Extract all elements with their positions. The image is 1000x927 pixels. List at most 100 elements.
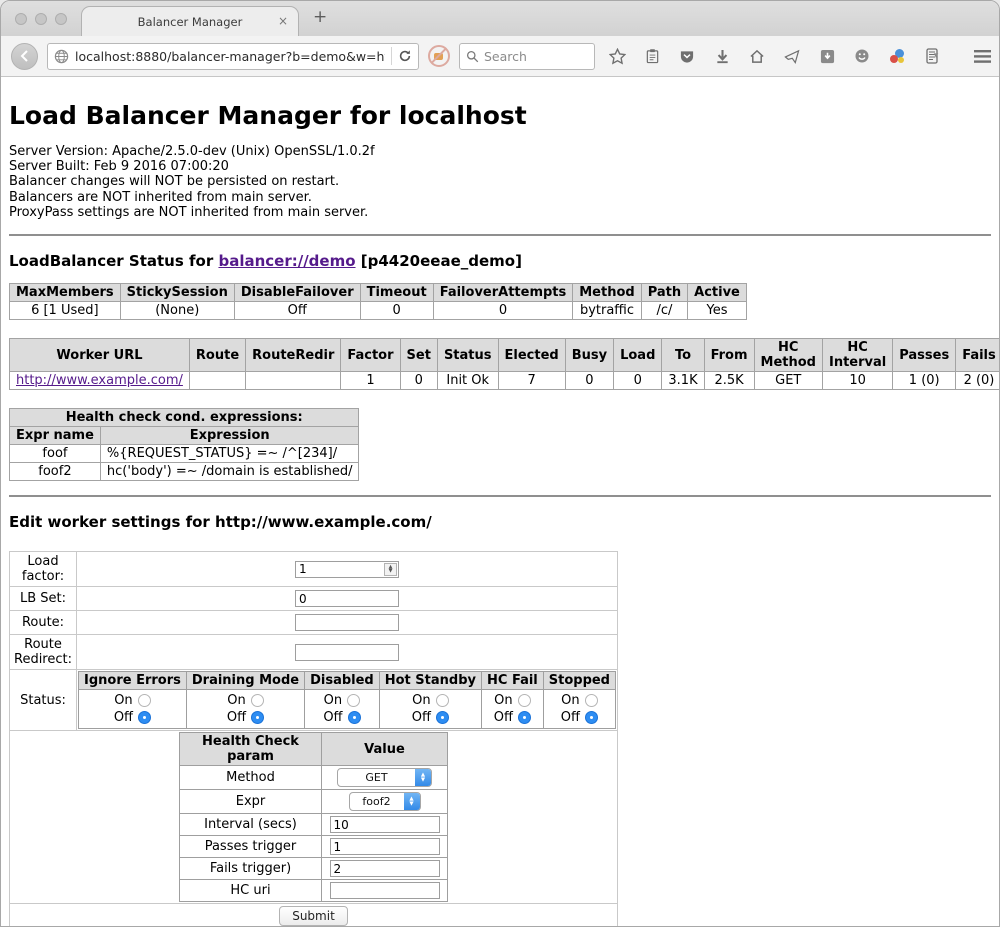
method-select[interactable]: GET ▲▼ — [337, 768, 432, 787]
ignore-errors-off-radio[interactable] — [138, 711, 151, 724]
hc-passes-row: Passes trigger — [180, 836, 448, 858]
tab-close-icon[interactable]: × — [278, 14, 288, 28]
hc-method-row: Method GET ▲▼ — [180, 766, 448, 790]
hc-fail-off-radio[interactable] — [518, 711, 531, 724]
fails-input[interactable] — [330, 860, 440, 877]
server-built: Server Built: Feb 9 2016 07:00:20 — [9, 159, 991, 174]
tab-bar: Balancer Manager × + — [1, 1, 999, 36]
status-radio-row: On Off On Off On Off — [79, 690, 616, 729]
expr-select[interactable]: foof2 ▲▼ — [349, 792, 421, 811]
tab-balancer-manager[interactable]: Balancer Manager × — [81, 6, 299, 36]
persist-note: Balancer changes will NOT be persisted o… — [9, 174, 991, 189]
smiley-icon[interactable] — [849, 43, 875, 70]
search-icon — [466, 50, 479, 63]
form-row-load-factor: Load factor: ▲▼ — [10, 552, 618, 587]
hc-fails-row: Fails trigger) — [180, 858, 448, 880]
route-redirect-input[interactable] — [295, 644, 399, 661]
pocket-icon[interactable] — [674, 43, 700, 70]
lb-set-label: LB Set: — [10, 587, 77, 611]
status-table: Ignore Errors Draining Mode Disabled Hot… — [78, 671, 616, 729]
ignore-errors-on-radio[interactable] — [138, 694, 151, 707]
table-row: http://www.example.com/ 10 Init Ok7 00 3… — [10, 372, 1000, 390]
table-header-row: Ignore Errors Draining Mode Disabled Hot… — [79, 672, 616, 690]
passes-input[interactable] — [330, 838, 440, 855]
search-input[interactable]: Search — [484, 49, 527, 64]
new-tab-button[interactable]: + — [313, 7, 327, 27]
globe-icon — [54, 49, 69, 64]
form-row-submit: Submit — [10, 904, 618, 927]
interval-label: Interval (secs) — [180, 814, 322, 836]
hc-fail-on-radio[interactable] — [518, 694, 531, 707]
draining-mode-on-radio[interactable] — [251, 694, 264, 707]
hc-expr-row: Expr foof2 ▲▼ — [180, 790, 448, 814]
edit-worker-form: Load factor: ▲▼ LB Set: Route: Route Red… — [9, 551, 618, 927]
search-bar[interactable]: Search — [459, 43, 595, 70]
proxypass-note: ProxyPass settings are NOT inherited fro… — [9, 205, 991, 220]
draining-mode-off-radio[interactable] — [251, 711, 264, 724]
table-header-row: Expr name Expression — [10, 427, 359, 445]
back-arrow-icon — [19, 50, 31, 62]
stopped-on-radio[interactable] — [585, 694, 598, 707]
bookmark-star-icon[interactable] — [604, 43, 630, 70]
hc-expressions-table: Health check cond. expressions: Expr nam… — [9, 408, 359, 481]
route-input[interactable] — [295, 614, 399, 631]
health-check-param-table: Health Check param Value Method GET ▲▼ — [179, 732, 448, 902]
stopped-off-radio[interactable] — [585, 711, 598, 724]
server-info: Server Version: Apache/2.5.0-dev (Unix) … — [9, 144, 991, 220]
expr-label: Expr — [180, 790, 322, 814]
window-minimize-button[interactable] — [35, 13, 47, 25]
form-row-health-params: Health Check param Value Method GET ▲▼ — [10, 731, 618, 904]
page-title: Load Balancer Manager for localhost — [9, 101, 991, 130]
select-chevrons-icon: ▲▼ — [404, 793, 420, 810]
number-stepper[interactable]: ▲▼ — [384, 563, 397, 576]
clipboard-icon[interactable] — [639, 43, 665, 70]
form-row-route: Route: — [10, 611, 618, 635]
chevron-down-icon[interactable]: ▾ — [934, 51, 939, 61]
extension-dots-icon[interactable] — [884, 43, 910, 70]
disabled-on-radio[interactable] — [347, 694, 360, 707]
load-factor-label: Load factor: — [10, 552, 77, 587]
menu-hamburger-icon[interactable] — [969, 43, 995, 70]
window-close-button[interactable] — [15, 13, 27, 25]
hc-uri-input[interactable] — [330, 882, 440, 899]
edit-worker-heading: Edit worker settings for http://www.exam… — [9, 513, 991, 531]
balancer-status-heading: LoadBalancer Status for balancer://demo … — [9, 252, 991, 270]
passes-label: Passes trigger — [180, 836, 322, 858]
disabled-off-radio[interactable] — [348, 711, 361, 724]
interval-input[interactable] — [330, 816, 440, 833]
reload-icon[interactable] — [398, 49, 412, 63]
table-header-row: MaxMembersStickySession DisableFailoverT… — [10, 284, 747, 302]
send-icon[interactable] — [779, 43, 805, 70]
submit-button[interactable]: Submit — [279, 906, 348, 926]
form-row-status: Status: Ignore Errors Draining Mode Disa… — [10, 670, 618, 731]
inherit-note: Balancers are NOT inherited from main se… — [9, 190, 991, 205]
sidebar-panel-icon[interactable]: ▾ — [919, 43, 945, 70]
lb-set-input[interactable] — [295, 590, 399, 607]
route-redirect-label: Route Redirect: — [10, 635, 77, 670]
page-content: Load Balancer Manager for localhost Serv… — [1, 77, 999, 927]
worker-status-table: Worker URLRoute RouteRedirFactor SetStat… — [9, 338, 1000, 390]
window-zoom-button[interactable] — [55, 13, 67, 25]
save-to-device-icon[interactable] — [814, 43, 840, 70]
home-icon[interactable] — [744, 43, 770, 70]
hc-uri-label: HC uri — [180, 880, 322, 902]
downloads-icon[interactable] — [709, 43, 735, 70]
tab-title: Balancer Manager — [138, 15, 243, 29]
balancer-status-table: MaxMembersStickySession DisableFailoverT… — [9, 283, 747, 320]
method-label: Method — [180, 766, 322, 790]
table-header-row: Worker URLRoute RouteRedirFactor SetStat… — [10, 339, 1000, 372]
table-header-row: Health Check param Value — [180, 733, 448, 766]
hot-standby-off-radio[interactable] — [436, 711, 449, 724]
hc-interval-row: Interval (secs) — [180, 814, 448, 836]
hot-standby-on-radio[interactable] — [436, 694, 449, 707]
url-input[interactable]: localhost:8880/balancer-manager?b=demo&w… — [75, 49, 385, 64]
url-bar[interactable]: localhost:8880/balancer-manager?b=demo&w… — [47, 43, 419, 70]
content-blocker-icon[interactable] — [428, 45, 450, 67]
back-button[interactable] — [11, 43, 38, 70]
worker-url-link[interactable]: http://www.example.com/ — [16, 373, 183, 388]
table-row: foof %{REQUEST_STATUS} =~ /^[234]/ — [10, 445, 359, 463]
fails-label: Fails trigger) — [180, 858, 322, 880]
table-row: foof2 hc('body') =~ /domain is establish… — [10, 463, 359, 481]
balancer-demo-link[interactable]: balancer://demo — [218, 252, 355, 270]
form-row-lb-set: LB Set: — [10, 587, 618, 611]
